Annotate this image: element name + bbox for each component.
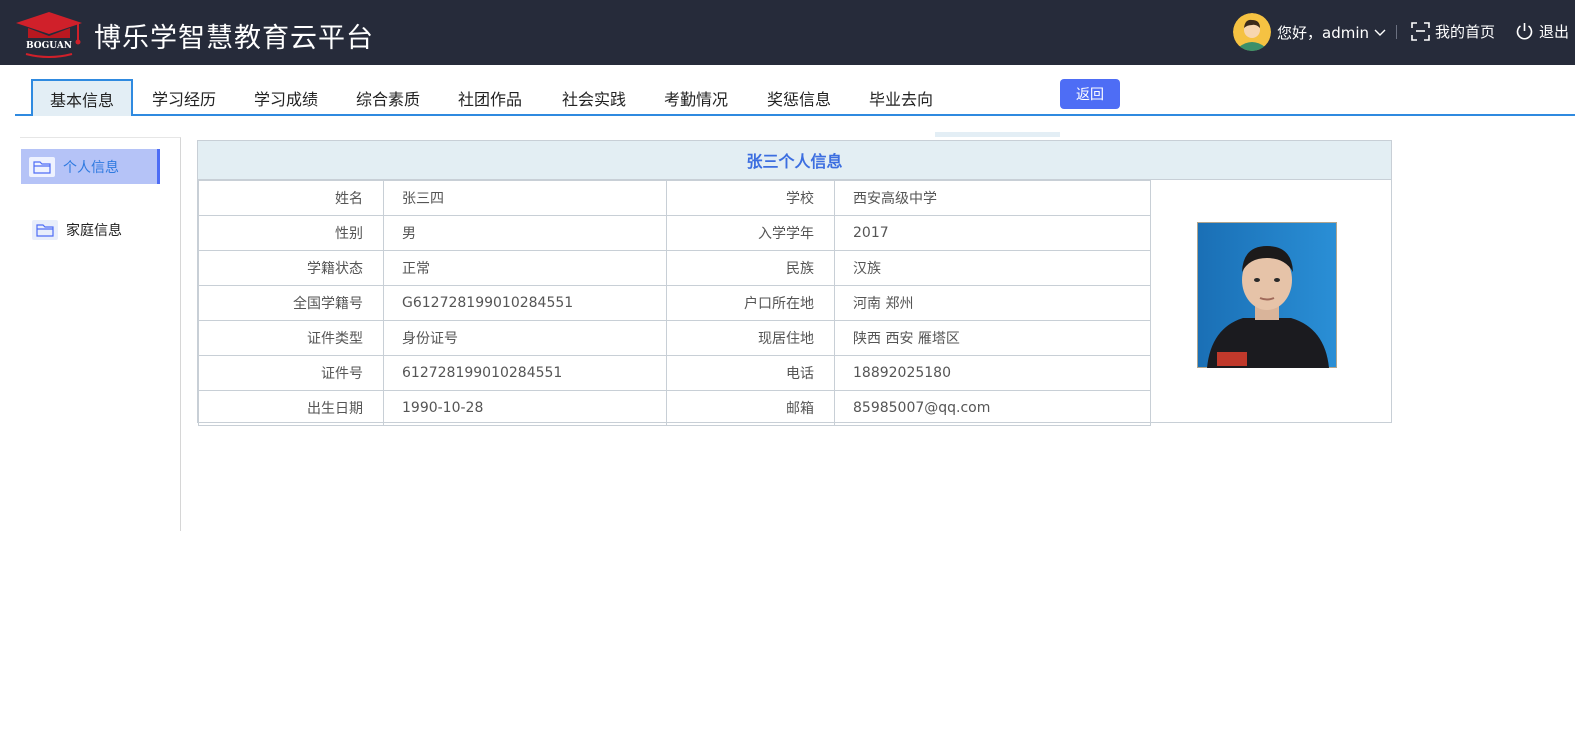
field-value: 西安高级中学	[834, 180, 1151, 216]
my-home-link[interactable]: 我的首页	[1410, 21, 1495, 42]
top-header: BOGUAN 博乐学智慧教育云平台 您好，admin 我的首页 退出	[0, 0, 1575, 65]
back-button[interactable]: 返回	[1060, 79, 1120, 109]
student-photo	[1197, 222, 1337, 368]
table-row: 证件号 612728199010284551 电话 18892025180	[198, 355, 1151, 391]
tab-study-history[interactable]: 学习经历	[133, 79, 235, 116]
graduation-cap-logo-icon[interactable]: BOGUAN	[14, 10, 84, 58]
field-value: 1990-10-28	[383, 390, 667, 426]
field-value: 612728199010284551	[383, 355, 667, 391]
field-label: 现居住地	[666, 320, 835, 356]
field-label: 民族	[666, 250, 835, 286]
field-label: 证件类型	[198, 320, 384, 356]
avatar[interactable]	[1233, 13, 1271, 51]
info-table: 姓名 张三四 学校 西安高级中学 性别 男 入学学年 2017 学籍状态 正常 …	[198, 180, 1151, 426]
field-label: 户口所在地	[666, 285, 835, 321]
field-value: 身份证号	[383, 320, 667, 356]
field-label: 电话	[666, 355, 835, 391]
user-menu[interactable]: 您好，admin	[1233, 13, 1387, 51]
sidebar-item-personal-info[interactable]: 个人信息	[21, 149, 160, 184]
panel-title: 张三个人信息	[198, 141, 1391, 180]
field-value: 正常	[383, 250, 667, 286]
table-row: 姓名 张三四 学校 西安高级中学	[198, 180, 1151, 216]
field-value: G612728199010284551	[383, 285, 667, 321]
chevron-down-icon[interactable]	[1373, 25, 1387, 39]
tab-rewards-punishments[interactable]: 奖惩信息	[748, 79, 850, 116]
sidebar-item-label: 个人信息	[63, 159, 119, 176]
photo-cell	[1150, 180, 1391, 422]
decorative-bar	[935, 132, 1060, 137]
tab-graduation[interactable]: 毕业去向	[850, 79, 952, 116]
tab-attendance[interactable]: 考勤情况	[645, 79, 747, 116]
logout-link[interactable]: 退出	[1514, 21, 1575, 42]
tab-social-practice[interactable]: 社会实践	[543, 79, 645, 116]
field-value: 汉族	[834, 250, 1151, 286]
table-row: 出生日期 1990-10-28 邮箱 85985007@qq.com	[198, 390, 1151, 426]
field-value: 河南 郑州	[834, 285, 1151, 321]
field-value: 张三四	[383, 180, 667, 216]
tab-club-works[interactable]: 社团作品	[439, 79, 541, 116]
field-label: 入学学年	[666, 215, 835, 251]
app-title: 博乐学智慧教育云平台	[94, 23, 374, 54]
folder-icon	[29, 156, 55, 177]
home-scan-icon	[1411, 22, 1430, 41]
user-avatar-icon	[1233, 13, 1271, 51]
field-label: 邮箱	[666, 390, 835, 426]
field-label: 全国学籍号	[198, 285, 384, 321]
personal-info-panel: 张三个人信息 姓名 张三四 学校 西安高级中学 性别 男 入学学年 2017 学…	[197, 140, 1392, 426]
tab-quality[interactable]: 综合素质	[337, 79, 439, 116]
user-greeting[interactable]: 您好，admin	[1277, 22, 1369, 43]
tab-grades[interactable]: 学习成绩	[235, 79, 337, 116]
sidebar-item-label: 家庭信息	[66, 222, 122, 239]
sidebar-item-family-info[interactable]: 家庭信息	[21, 212, 160, 247]
table-row: 性别 男 入学学年 2017	[198, 215, 1151, 251]
logout-label: 退出	[1539, 23, 1570, 41]
field-value: 陕西 西安 雁塔区	[834, 320, 1151, 356]
header-divider	[1396, 25, 1397, 39]
tab-bar: 基本信息 学习经历 学习成绩 综合素质 社团作品 社会实践 考勤情况 奖惩信息 …	[15, 79, 1575, 116]
tab-basic-info[interactable]: 基本信息	[31, 79, 133, 116]
table-row: 全国学籍号 G612728199010284551 户口所在地 河南 郑州	[198, 285, 1151, 321]
field-label: 学校	[666, 180, 835, 216]
sidebar: 个人信息 家庭信息	[20, 137, 181, 531]
field-value: 2017	[834, 215, 1151, 251]
table-row: 学籍状态 正常 民族 汉族	[198, 250, 1151, 286]
field-label: 姓名	[198, 180, 384, 216]
field-label: 学籍状态	[198, 250, 384, 286]
logo-text: BOGUAN	[26, 41, 72, 51]
field-label: 证件号	[198, 355, 384, 391]
field-value: 男	[383, 215, 667, 251]
power-icon	[1516, 23, 1533, 40]
field-label: 性别	[198, 215, 384, 251]
my-home-label: 我的首页	[1435, 23, 1496, 41]
field-label: 出生日期	[198, 390, 384, 426]
table-row: 证件类型 身份证号 现居住地 陕西 西安 雁塔区	[198, 320, 1151, 356]
field-value: 18892025180	[834, 355, 1151, 391]
folder-icon	[32, 219, 58, 240]
field-value: 85985007@qq.com	[834, 390, 1151, 426]
